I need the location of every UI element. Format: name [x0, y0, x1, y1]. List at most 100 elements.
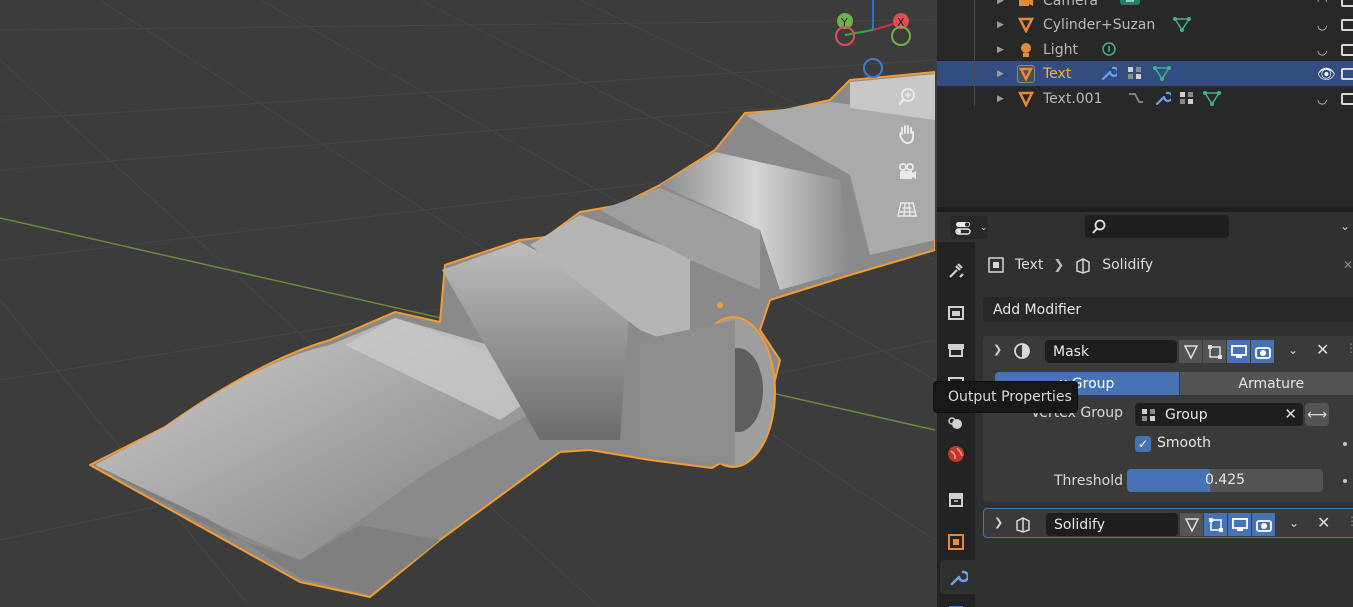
add-modifier-button[interactable]: Add Modifier — [983, 297, 1353, 322]
invert-toggle-icon[interactable]: ⟷ — [1305, 403, 1329, 426]
mask-modifier-header: ❯ Mask ⌄ ✕ ⋮⋮ — [983, 336, 1353, 366]
smooth-checkbox[interactable]: ✓ — [1135, 436, 1151, 452]
tool-tab-icon[interactable] — [945, 259, 967, 281]
outliner-row-text[interactable]: ▶ Text 👁 — [937, 61, 1353, 86]
camera-icon — [1017, 0, 1035, 10]
pin-icon[interactable]: ✕ — [1343, 258, 1353, 272]
render-tab-icon[interactable] — [945, 302, 967, 324]
chevron-right-icon: ❯ — [1053, 257, 1065, 273]
vertex-group-icon — [1142, 408, 1155, 421]
edit-mode-toggle-icon[interactable] — [1180, 513, 1203, 536]
object-tab-icon[interactable] — [945, 531, 967, 553]
threshold-slider[interactable]: 0.425 — [1127, 469, 1323, 492]
clear-icon[interactable]: ✕ — [1284, 405, 1297, 423]
viewport-display-toggle-icon[interactable] — [1228, 513, 1251, 536]
eye-icon[interactable]: ◠ — [1317, 0, 1327, 8]
mesh-icon — [1017, 16, 1035, 34]
output-tab-icon[interactable] — [945, 338, 967, 360]
modifier-tab-icon[interactable] — [940, 560, 975, 594]
outliner-item-name: Text.001 — [1043, 90, 1103, 107]
text-object-icon — [1017, 90, 1035, 108]
chevron-down-icon[interactable]: ❯ — [993, 343, 1002, 356]
outliner-item-name: Camera — [1043, 0, 1098, 9]
outliner-item-name: Cylinder+Suzan — [1043, 16, 1156, 33]
vertex-group-field[interactable]: Group ✕ — [1135, 403, 1303, 426]
text-row-extras — [1099, 65, 1171, 81]
outliner-row-light[interactable]: ▶ Light ◡ — [937, 37, 1353, 62]
drag-grip-icon[interactable]: ⋮⋮ — [1345, 341, 1353, 355]
world-tab-icon[interactable] — [945, 443, 967, 465]
threshold-value: 0.425 — [1204, 472, 1246, 488]
expand-arrow-icon[interactable]: ▶ — [997, 94, 1004, 104]
outliner-row-cylinder-suzan[interactable]: ▶ Cylinder+Suzan ◡ — [937, 12, 1353, 37]
eye-icon[interactable]: ◡ — [1317, 43, 1327, 57]
eye-icon[interactable]: ◡ — [1317, 92, 1327, 106]
outliner-row-text-001[interactable]: ▶ Text.001 ◡ — [937, 86, 1353, 111]
threshold-label: Threshold — [1054, 473, 1123, 489]
particles-tab-icon[interactable] — [945, 598, 967, 607]
properties-header: ⌄ ⌄ — [937, 212, 1353, 242]
vertex-group-value: Group — [1165, 406, 1208, 423]
chevron-down-icon[interactable]: ⌄ — [1289, 516, 1299, 530]
properties-tabs — [937, 242, 975, 607]
vertex-group-icon — [1128, 67, 1141, 79]
close-icon[interactable]: ✕ — [1316, 340, 1329, 359]
outliner-tree-line — [974, 0, 975, 106]
collection-tab-icon[interactable] — [945, 488, 967, 510]
keyframe-dot-icon[interactable] — [1343, 479, 1347, 483]
close-icon[interactable]: ✕ — [1317, 513, 1330, 532]
drag-grip-icon[interactable]: ⋮⋮ — [1346, 514, 1353, 528]
properties-editor-icon — [955, 221, 971, 235]
expand-arrow-icon[interactable]: ▶ — [997, 69, 1004, 79]
cage-toggle-icon[interactable] — [1203, 340, 1226, 363]
eye-icon[interactable]: ◡ — [1317, 18, 1327, 32]
mesh-data-icon — [1153, 66, 1171, 81]
mode-armature-button[interactable]: Armature — [1179, 372, 1353, 395]
render-toggle-icon[interactable] — [1341, 0, 1353, 7]
render-toggle-icon[interactable] — [1341, 18, 1353, 31]
outliner-item-name: Text — [1043, 65, 1072, 82]
smooth-label: Smooth — [1157, 435, 1212, 451]
editor-type-button[interactable]: ⌄ — [950, 216, 988, 239]
scene-tab-icon[interactable] — [945, 412, 967, 434]
chevron-down-icon: ⌄ — [980, 222, 988, 233]
tooltip: Output Properties — [933, 381, 1078, 413]
text-object-icon — [1017, 64, 1035, 83]
breadcrumb-object: Text — [1015, 257, 1044, 273]
chevron-right-icon[interactable]: ❯ — [994, 516, 1003, 529]
expand-arrow-icon[interactable]: ▶ — [997, 45, 1004, 55]
cage-toggle-icon[interactable] — [1204, 513, 1227, 536]
solidify-name-field[interactable]: Solidify — [1046, 513, 1178, 536]
light-icon — [1017, 41, 1035, 59]
properties-search-input[interactable] — [1085, 215, 1229, 238]
3d-viewport[interactable]: Y X — [0, 0, 935, 607]
solidify-icon — [1014, 515, 1032, 533]
expand-arrow-icon[interactable]: ▶ — [997, 20, 1004, 30]
render-toggle-icon[interactable] — [1341, 43, 1353, 56]
outliner: ▶ Camera ◠ ▶ Cylinder+Suzan ◡ ▶ Light ◡ … — [937, 0, 1353, 207]
viewport-display-toggle-icon[interactable] — [1227, 340, 1250, 363]
camera-view-icon[interactable] — [892, 157, 922, 187]
edit-mode-toggle-icon[interactable] — [1179, 340, 1202, 363]
mask-icon — [1013, 342, 1031, 360]
expand-arrow-icon[interactable]: ▶ — [997, 0, 1004, 6]
wrench-icon — [1155, 91, 1171, 106]
outliner-item-name: Light — [1043, 41, 1078, 58]
search-icon — [1092, 219, 1106, 234]
eye-icon[interactable]: 👁 — [1317, 65, 1336, 83]
pan-hand-icon[interactable] — [892, 119, 922, 149]
zoom-icon[interactable] — [892, 82, 922, 112]
render-toggle-icon[interactable] — [1341, 67, 1353, 80]
camera-data-icon — [1119, 0, 1141, 6]
mask-name-field[interactable]: Mask — [1045, 340, 1177, 363]
chevron-down-icon[interactable]: ⌄ — [1340, 219, 1350, 233]
vertex-group-icon — [1180, 92, 1193, 104]
chevron-down-icon[interactable]: ⌄ — [1288, 343, 1298, 357]
keyframe-dot-icon[interactable] — [1343, 442, 1347, 446]
properties-body: Text ❯ Solidify ✕ Add Modifier ❯ Mask ⌄ … — [975, 242, 1353, 607]
render-toggle-icon[interactable] — [1251, 340, 1274, 363]
render-toggle-icon[interactable] — [1252, 513, 1275, 536]
perspective-grid-icon[interactable] — [892, 194, 922, 224]
render-toggle-icon[interactable] — [1341, 92, 1353, 105]
viewport-scene: Y X — [0, 0, 935, 607]
